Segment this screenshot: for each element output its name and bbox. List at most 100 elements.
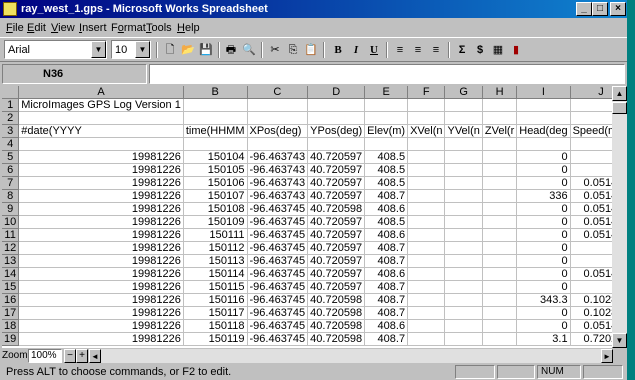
cell[interactable]: 0 [516, 280, 571, 294]
print-icon[interactable]: 🖶 [224, 43, 238, 57]
cell[interactable]: 408.5 [364, 163, 409, 177]
cell[interactable]: 150105 [183, 163, 248, 177]
cell[interactable]: Elev(m) [364, 124, 409, 138]
cell[interactable]: 0.051444 [570, 176, 612, 190]
cell[interactable] [407, 332, 446, 346]
cell[interactable]: YPos(deg) [307, 124, 366, 138]
works-app-icon[interactable] [3, 2, 17, 16]
cell[interactable]: 40.720597 [307, 241, 366, 255]
row-header[interactable]: 14 [2, 267, 20, 281]
cell[interactable] [407, 306, 446, 320]
cell[interactable] [407, 111, 446, 125]
cell[interactable] [482, 306, 518, 320]
cell[interactable] [407, 176, 446, 190]
row-header[interactable]: 3 [2, 124, 20, 138]
cell[interactable]: 19981226 [18, 241, 184, 255]
cell[interactable]: 40.720597 [307, 163, 366, 177]
scroll-down-arrow-icon[interactable]: ▼ [612, 333, 627, 348]
new-chart-icon[interactable]: ▮ [509, 43, 523, 57]
zoom-value[interactable]: 100% [28, 349, 62, 363]
cell[interactable] [407, 293, 446, 307]
column-header-g[interactable]: G [444, 86, 483, 99]
menu-format[interactable]: Format [111, 21, 146, 35]
cell[interactable]: 19981226 [18, 163, 184, 177]
cell[interactable] [18, 111, 184, 125]
cell[interactable]: -96.463745 [247, 293, 309, 307]
cell[interactable] [307, 137, 366, 151]
cell[interactable]: -96.463743 [247, 150, 309, 164]
cell[interactable]: 0 [570, 241, 612, 255]
cell[interactable]: 40.720598 [307, 202, 366, 216]
cell[interactable]: 408.7 [364, 332, 409, 346]
formula-entry-field[interactable] [149, 64, 625, 84]
cell[interactable] [407, 150, 446, 164]
cell[interactable] [444, 215, 483, 229]
cell[interactable]: -96.463745 [247, 241, 309, 255]
cell[interactable] [570, 98, 612, 112]
cell[interactable]: XPos(deg) [247, 124, 309, 138]
menu-file[interactable]: File [6, 21, 24, 35]
cell[interactable]: 40.720597 [307, 215, 366, 229]
cell[interactable] [444, 254, 483, 268]
cell[interactable] [482, 280, 518, 294]
cell[interactable]: 150106 [183, 176, 248, 190]
column-header-e[interactable]: E [364, 86, 409, 99]
copy-icon[interactable]: ⎘ [286, 43, 300, 57]
row-header[interactable]: 13 [2, 254, 20, 268]
cell[interactable] [247, 111, 309, 125]
zoom-in-icon[interactable]: + [76, 349, 88, 363]
print-preview-icon[interactable]: 🔍 [242, 43, 256, 57]
cell[interactable]: -96.463745 [247, 306, 309, 320]
cell[interactable]: 0.102889 [570, 306, 612, 320]
cell[interactable] [516, 137, 571, 151]
cell[interactable] [516, 98, 571, 112]
cell[interactable] [364, 137, 409, 151]
cell[interactable]: 0 [570, 163, 612, 177]
row-header[interactable]: 12 [2, 241, 20, 255]
cell[interactable]: 0 [516, 228, 571, 242]
cell[interactable] [482, 176, 518, 190]
cell[interactable]: 150114 [183, 267, 248, 281]
cell[interactable] [407, 228, 446, 242]
cell[interactable]: -96.463745 [247, 228, 309, 242]
cell[interactable]: 408.6 [364, 202, 409, 216]
cell[interactable]: 0 [516, 150, 571, 164]
cell[interactable]: 408.6 [364, 228, 409, 242]
cell[interactable] [18, 137, 184, 151]
cell[interactable] [444, 111, 483, 125]
cell[interactable]: -96.463745 [247, 267, 309, 281]
column-header-f[interactable]: F [407, 86, 446, 99]
easy-calc-icon[interactable]: ▦ [491, 43, 505, 57]
column-header-b[interactable]: B [183, 86, 248, 99]
cell[interactable]: 0.051444 [570, 228, 612, 242]
cell[interactable]: -96.463745 [247, 215, 309, 229]
cell[interactable]: 150115 [183, 280, 248, 294]
cell[interactable] [444, 319, 483, 333]
cell[interactable]: 408.5 [364, 176, 409, 190]
select-all-corner[interactable] [2, 86, 20, 99]
cell[interactable] [307, 111, 366, 125]
cell[interactable] [482, 137, 518, 151]
cell[interactable]: 150118 [183, 319, 248, 333]
font-combo[interactable]: Arial ▼ [4, 40, 107, 59]
scroll-left-arrow-icon[interactable]: ◄ [89, 349, 101, 363]
cell[interactable]: 336 [516, 189, 571, 203]
row-header[interactable]: 19 [2, 332, 20, 346]
cell[interactable] [482, 267, 518, 281]
horizontal-scroll-track[interactable] [101, 349, 601, 363]
cell[interactable]: 40.720597 [307, 189, 366, 203]
cell[interactable] [482, 163, 518, 177]
cell[interactable]: -96.463745 [247, 202, 309, 216]
cell[interactable] [407, 163, 446, 177]
cell[interactable]: 343.3 [516, 293, 571, 307]
row-header[interactable]: 6 [2, 163, 20, 177]
cell[interactable]: 0.102889 [570, 293, 612, 307]
cell[interactable]: 0 [570, 150, 612, 164]
column-header-i[interactable]: I [516, 86, 571, 99]
column-header-d[interactable]: D [307, 86, 366, 99]
cell[interactable] [444, 189, 483, 203]
cell[interactable]: 40.720597 [307, 176, 366, 190]
zoom-out-icon[interactable]: − [64, 349, 76, 363]
cell[interactable] [407, 137, 446, 151]
title-bar[interactable]: ray_west_1.gps - Microsoft Works Spreads… [0, 0, 627, 18]
